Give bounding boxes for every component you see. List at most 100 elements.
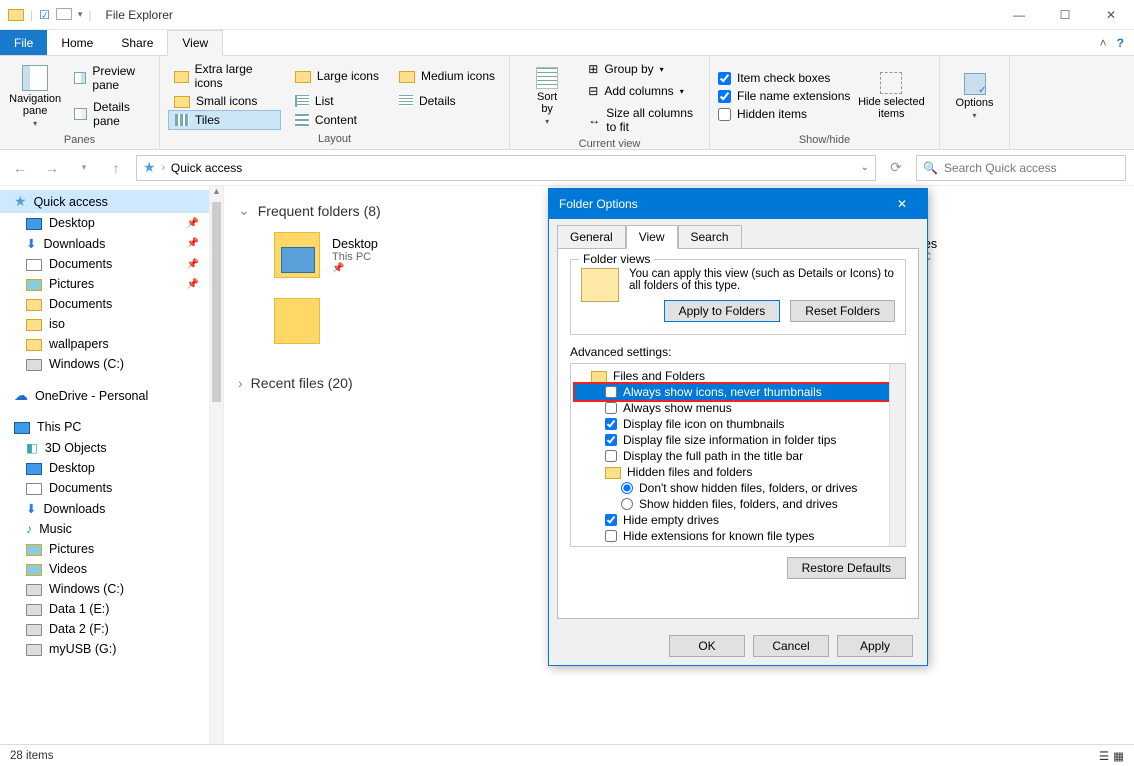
layout-extra-large[interactable]: Extra large icons [168,60,281,92]
qat-item-icon[interactable] [56,6,72,23]
tree-files-folders[interactable]: Files and Folders [575,368,901,384]
dialog-tab-view[interactable]: View [626,225,678,249]
layout-medium[interactable]: Medium icons [393,60,501,92]
item-checkboxes-toggle[interactable]: Item check boxes [718,69,850,87]
navigation-pane[interactable]: ★Quick access Desktop📌 ⬇Downloads📌 Docum… [0,186,210,748]
nav-drive-f[interactable]: Data 2 (F:) [0,619,209,639]
nav-scrollbar[interactable]: ▲ [210,186,224,748]
dialog-titlebar[interactable]: Folder Options ✕ [549,189,927,219]
nav-drive-e[interactable]: Data 1 (E:) [0,599,209,619]
nav-this-pc[interactable]: This PC [0,417,209,437]
layout-small[interactable]: Small icons [168,92,281,110]
options-button[interactable]: ✓ Options ▾ [948,60,1001,132]
layout-content[interactable]: Content [289,110,385,130]
ribbon-collapse-icon[interactable]: ˄ [1100,36,1107,50]
nav-videos[interactable]: Videos [0,559,209,579]
tree-show-hidden[interactable]: Show hidden files, folders, and drives [575,496,901,512]
nav-documents[interactable]: Documents [0,478,209,498]
tab-view[interactable]: View [167,30,223,56]
group-by-button[interactable]: ⊞Group by ▾ [582,60,701,78]
layout-large[interactable]: Large icons [289,60,385,92]
details-pane-button[interactable]: Details pane [68,98,151,130]
tree-hide-extensions[interactable]: Hide extensions for known file types [575,528,901,544]
tree-hide-merge[interactable]: Hide folder merge conflicts [575,544,901,547]
nav-quick-access[interactable]: ★Quick access [0,190,209,213]
apply-button[interactable]: Apply [837,635,913,657]
tile-desktop[interactable]: DesktopThis PC📌 [274,227,514,283]
tab-file[interactable]: File [0,30,47,55]
advanced-settings-tree[interactable]: Files and Folders Always show icons, nev… [570,363,906,547]
nav-windowsc-qa[interactable]: Windows (C:) [0,354,209,374]
qat-checkbox-icon[interactable]: ☑ [39,8,50,22]
search-box[interactable]: 🔍 Search Quick access [916,155,1126,181]
navigation-pane-button[interactable]: Navigation pane ▾ [8,60,62,132]
preview-pane-button[interactable]: Preview pane [68,62,151,94]
scroll-up-icon[interactable]: ▲ [210,186,223,200]
qat-dropdown-icon[interactable]: ▾ [78,9,83,20]
nav-desktop-qa[interactable]: Desktop📌 [0,213,209,233]
history-dropdown[interactable]: ▾ [72,162,96,173]
layout-tiles[interactable]: Tiles [168,110,281,130]
help-icon[interactable]: ? [1117,36,1124,50]
nav-music[interactable]: ♪Music [0,519,209,539]
nav-drive-g[interactable]: myUSB (G:) [0,639,209,659]
refresh-button[interactable]: ⟳ [884,159,908,176]
file-extensions-toggle[interactable]: File name extensions [718,87,850,105]
cancel-button[interactable]: Cancel [753,635,829,657]
tree-file-icon-thumb[interactable]: Display file icon on thumbnails [575,416,901,432]
dialog-tab-search[interactable]: Search [678,225,742,249]
sort-by-button[interactable]: Sort by ▾ [518,60,576,132]
minimize-button[interactable]: — [996,0,1042,30]
tree-hide-empty[interactable]: Hide empty drives [575,512,901,528]
size-columns-button[interactable]: ↔Size all columns to fit [582,104,701,136]
layout-list[interactable]: List [289,92,385,110]
address-bar[interactable]: ★ › Quick access ⌄ [136,155,876,181]
nav-wallpapers-qa[interactable]: wallpapers [0,334,209,354]
close-button[interactable]: ✕ [1088,0,1134,30]
nav-desktop[interactable]: Desktop [0,458,209,478]
nav-pictures[interactable]: Pictures [0,539,209,559]
nav-drive-c[interactable]: Windows (C:) [0,579,209,599]
nav-documents2-qa[interactable]: Documents [0,294,209,314]
reset-folders-button[interactable]: Reset Folders [790,300,895,322]
add-columns-button[interactable]: ⊟Add columns ▾ [582,82,701,100]
nav-documents-qa[interactable]: Documents📌 [0,254,209,274]
tab-share[interactable]: Share [107,30,167,55]
tree-scrollbar[interactable] [889,364,905,546]
restore-defaults-button[interactable]: Restore Defaults [787,557,906,579]
dialog-close-button[interactable]: ✕ [887,197,917,211]
hidden-items-toggle[interactable]: Hidden items [718,105,850,123]
maximize-button[interactable]: ☐ [1042,0,1088,30]
ok-button[interactable]: OK [669,635,745,657]
dialog-tab-general[interactable]: General [557,225,626,249]
details-view-icon[interactable]: ☰ [1099,749,1109,763]
folder-options-dialog: Folder Options ✕ General View Search Fol… [548,188,928,666]
tree-dont-show-hidden[interactable]: Don't show hidden files, folders, or dri… [575,480,901,496]
dialog-footer: OK Cancel Apply [549,627,927,665]
nav-onedrive[interactable]: ☁OneDrive - Personal [0,384,209,407]
tree-full-path-title[interactable]: Display the full path in the title bar [575,448,901,464]
nav-pictures-qa[interactable]: Pictures📌 [0,274,209,294]
size-columns-icon: ↔ [588,113,600,127]
tree-hidden-header[interactable]: Hidden files and folders [575,464,901,480]
forward-button[interactable]: → [40,160,64,176]
address-dropdown-icon[interactable]: ⌄ [861,162,869,173]
tab-home[interactable]: Home [47,30,107,55]
tree-always-menus[interactable]: Always show menus [575,400,901,416]
nav-iso-qa[interactable]: iso [0,314,209,334]
breadcrumb-root[interactable]: Quick access [171,161,242,175]
up-button[interactable]: ↑ [104,160,128,176]
nav-downloads[interactable]: ⬇Downloads [0,498,209,519]
hide-selected-button[interactable]: Hide selected items [856,60,926,132]
nav-3dobjects[interactable]: ◧3D Objects [0,437,209,458]
apply-to-folders-button[interactable]: Apply to Folders [664,300,781,322]
scroll-thumb[interactable] [212,202,221,402]
ribbon-group-options: ✓ Options ▾ [940,56,1010,149]
layout-details[interactable]: Details [393,92,501,110]
nav-downloads-qa[interactable]: ⬇Downloads📌 [0,233,209,254]
tile-hidden-2[interactable] [274,293,514,349]
tree-always-icons[interactable]: Always show icons, never thumbnails [575,384,901,400]
thumbnails-view-icon[interactable]: ▦ [1113,749,1124,763]
tree-file-size-tips[interactable]: Display file size information in folder … [575,432,901,448]
back-button[interactable]: ← [8,160,32,176]
